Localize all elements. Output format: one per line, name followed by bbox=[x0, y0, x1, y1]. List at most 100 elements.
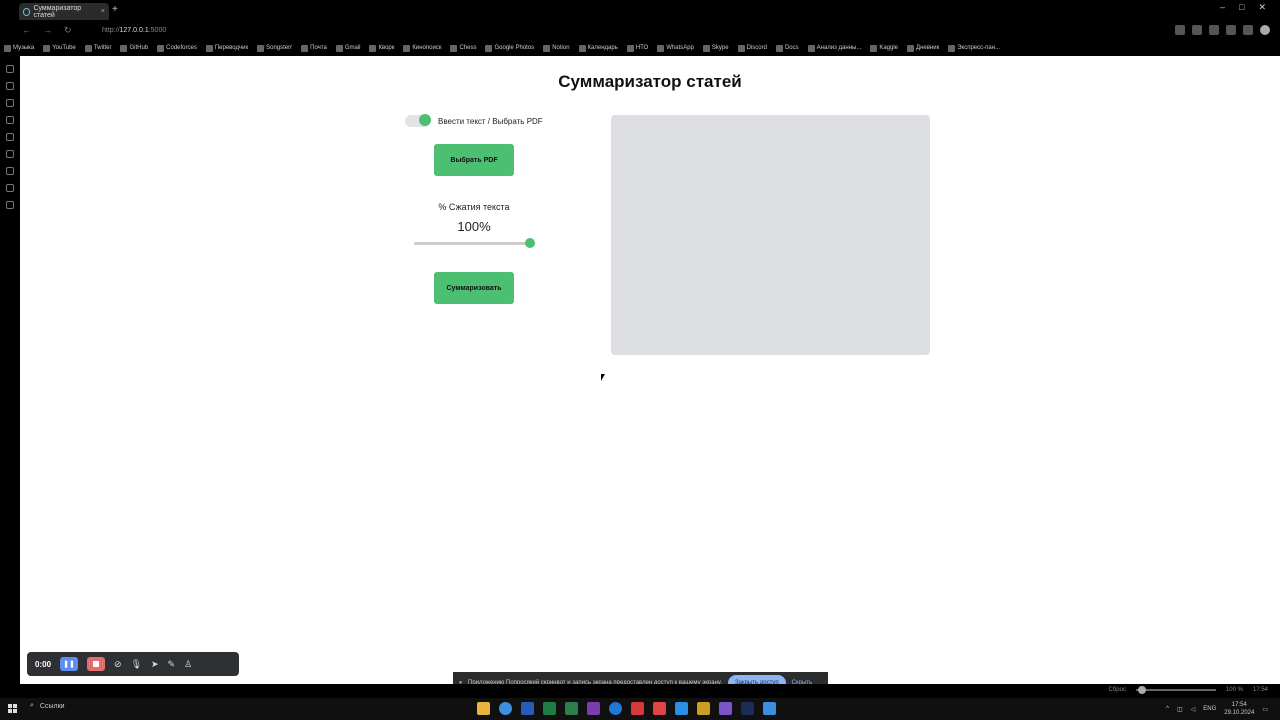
taskbar-search[interactable]: ⌕ Ссылки bbox=[30, 702, 65, 710]
bookmark-item[interactable]: Переводчик bbox=[205, 44, 248, 52]
photoshop-icon[interactable] bbox=[741, 702, 754, 715]
bookmark-label: Кворк bbox=[378, 45, 395, 51]
zoom-thumb[interactable] bbox=[1137, 686, 1146, 694]
bookmark-item[interactable]: Chess bbox=[450, 44, 476, 52]
volume-icon[interactable]: ◁ bbox=[1191, 706, 1196, 713]
new-tab-icon[interactable]: + bbox=[112, 4, 118, 15]
clock[interactable]: 17:54 29.10.2024 bbox=[1224, 701, 1254, 717]
slider-fill bbox=[414, 242, 530, 245]
bookmarks-bar: Музыка YouTube Twitter GitHub Codeforces Пере… bbox=[0, 40, 1280, 56]
bookmark-item[interactable]: Календарь bbox=[578, 44, 618, 52]
notes-icon[interactable] bbox=[6, 133, 14, 141]
sync-icon[interactable] bbox=[6, 184, 14, 192]
compress-slider[interactable] bbox=[414, 238, 535, 248]
bookmark-item[interactable]: Google Photos bbox=[485, 44, 534, 52]
app-icon[interactable] bbox=[697, 702, 710, 715]
bookmark-item[interactable]: YouTube bbox=[43, 44, 76, 52]
bookmark-item[interactable]: Дневник bbox=[907, 44, 939, 52]
bookmark-item[interactable]: Экспресс-пан... bbox=[948, 44, 1000, 52]
bookmark-item[interactable]: Docs bbox=[775, 44, 799, 52]
compress-value: 100% bbox=[457, 219, 491, 234]
camera-off-icon[interactable]: ⊘ bbox=[114, 659, 122, 670]
add-panel-icon[interactable] bbox=[6, 201, 14, 209]
search-label: Ссылки bbox=[39, 702, 65, 710]
app-icon[interactable] bbox=[763, 702, 776, 715]
tab-active[interactable]: Суммаризатор статей × bbox=[19, 3, 109, 20]
back-icon[interactable]: ← bbox=[22, 25, 31, 36]
bookmark-item[interactable]: Notion bbox=[543, 44, 570, 52]
stop-button[interactable] bbox=[87, 657, 106, 671]
pointer-icon[interactable]: ➤ bbox=[151, 659, 159, 670]
summary-output-area[interactable] bbox=[611, 115, 930, 355]
onenote-icon[interactable] bbox=[587, 702, 600, 715]
extension-icon[interactable] bbox=[1192, 25, 1202, 35]
bookmark-icon bbox=[84, 44, 92, 52]
bookmarks-icon[interactable] bbox=[6, 65, 14, 73]
summarize-button[interactable]: Суммаризовать bbox=[434, 272, 514, 304]
chrome-icon[interactable] bbox=[499, 702, 512, 715]
word-icon[interactable] bbox=[521, 702, 534, 715]
app-icon[interactable] bbox=[609, 702, 622, 715]
bookmark-icon bbox=[301, 44, 309, 52]
vivaldi-icon[interactable] bbox=[653, 702, 666, 715]
tray-chevron-icon[interactable]: ^ bbox=[1166, 706, 1169, 712]
extension-icon[interactable] bbox=[1243, 25, 1253, 35]
hand-icon[interactable] bbox=[6, 167, 14, 175]
bookmark-item[interactable]: WhatsApp bbox=[657, 44, 694, 52]
vscode-icon[interactable] bbox=[675, 702, 688, 715]
pen-icon[interactable]: ✎ bbox=[168, 659, 176, 670]
bookmark-item[interactable]: Twitter bbox=[84, 44, 111, 52]
zoom-slider[interactable] bbox=[1135, 686, 1216, 694]
project-icon[interactable] bbox=[565, 702, 578, 715]
language-indicator[interactable]: ENG bbox=[1203, 706, 1216, 712]
bookmark-item[interactable]: Discord bbox=[737, 44, 767, 52]
slider-thumb[interactable] bbox=[525, 238, 535, 248]
extension-icon[interactable] bbox=[1175, 25, 1185, 35]
input-mode-toggle[interactable] bbox=[405, 114, 431, 127]
bookmark-icon bbox=[543, 44, 551, 52]
close-window-icon[interactable]: ✕ bbox=[1258, 2, 1266, 13]
maximize-icon[interactable]: □ bbox=[1239, 2, 1244, 13]
bookmark-label: НТО bbox=[635, 45, 649, 51]
extension-icon[interactable] bbox=[1209, 25, 1219, 35]
eraser-icon[interactable]: ♙ bbox=[184, 659, 192, 670]
url-field[interactable]: http://127.0.0.1:5000 bbox=[102, 27, 166, 34]
bookmark-item[interactable]: Почта bbox=[301, 44, 327, 52]
bookmark-item[interactable]: Кинопоиск bbox=[403, 44, 441, 52]
history-icon[interactable] bbox=[6, 99, 14, 107]
player-icon[interactable] bbox=[6, 150, 14, 158]
pause-button[interactable]: ❚❚ bbox=[60, 657, 79, 671]
bookmark-item[interactable]: GitHub bbox=[120, 44, 148, 52]
obsidian-icon[interactable] bbox=[719, 702, 732, 715]
bookmark-item[interactable]: Музыка bbox=[4, 44, 34, 52]
profile-avatar-icon[interactable] bbox=[1260, 25, 1270, 35]
bookmark-item[interactable]: Skype bbox=[702, 44, 729, 52]
file-explorer-icon[interactable] bbox=[477, 702, 490, 715]
bookmark-item[interactable]: Songsterr bbox=[257, 44, 292, 52]
notifications-icon[interactable]: ▭ bbox=[1262, 706, 1268, 713]
close-tab-icon[interactable]: × bbox=[101, 8, 105, 15]
excel-icon[interactable] bbox=[543, 702, 556, 715]
vivaldi-icon[interactable] bbox=[631, 702, 644, 715]
reset-zoom-button[interactable]: Сброс bbox=[1109, 687, 1126, 693]
pick-pdf-button[interactable]: Выбрать PDF bbox=[434, 144, 514, 176]
extension-icon[interactable] bbox=[1226, 25, 1236, 35]
reload-icon[interactable]: ↻ bbox=[64, 25, 72, 36]
bookmark-item[interactable]: Анализ данны... bbox=[807, 44, 862, 52]
bookmark-item[interactable]: Kaggle bbox=[870, 44, 898, 52]
minimize-icon[interactable]: – bbox=[1220, 2, 1225, 13]
bookmark-item[interactable]: Codeforces bbox=[157, 44, 197, 52]
search-icon: ⌕ bbox=[30, 702, 34, 709]
downloads-icon[interactable] bbox=[6, 82, 14, 90]
mic-off-icon[interactable]: 🎙 bbox=[131, 659, 142, 670]
bookmark-label: Анализ данны... bbox=[816, 45, 862, 51]
bookmark-icon bbox=[205, 44, 213, 52]
network-icon[interactable]: ◫ bbox=[1177, 706, 1183, 713]
bookmark-item[interactable]: Кворк bbox=[369, 44, 395, 52]
forward-icon[interactable]: → bbox=[43, 25, 52, 36]
bookmark-item[interactable]: НТО bbox=[626, 44, 649, 52]
extensions-icon[interactable] bbox=[6, 116, 14, 124]
windows-start-icon[interactable] bbox=[8, 704, 17, 713]
taskbar: ⌕ Ссылки ^ ◫ ◁ ENG 17:54 29.10.2024 ▭ bbox=[0, 698, 1280, 720]
bookmark-item[interactable]: Gmail bbox=[335, 44, 360, 52]
